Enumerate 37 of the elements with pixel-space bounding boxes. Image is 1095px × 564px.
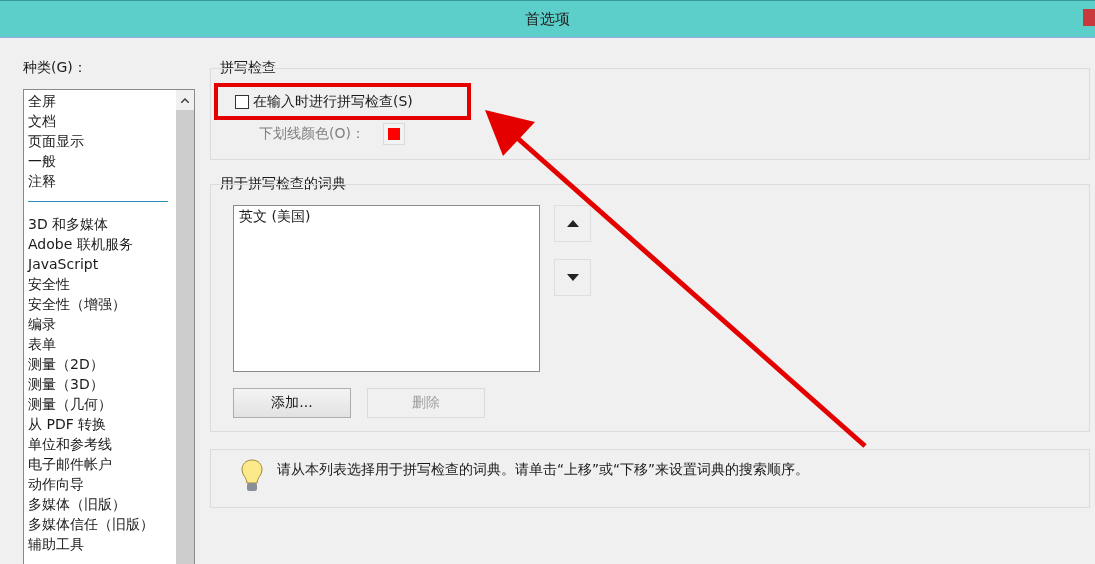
tip-text: 请从本列表选择用于拼写检查的词典。请单击“上移”或“下移”来设置词典的搜索顺序。 [277,461,809,479]
category-item[interactable]: 编录 [28,314,172,334]
lightbulb-icon [241,459,263,493]
scroll-up-icon[interactable] [181,97,189,103]
move-down-button[interactable] [554,259,591,296]
triangle-up-icon [566,220,579,227]
category-item[interactable]: 表单 [28,334,172,354]
category-label: 种类(G)： [23,58,88,76]
category-item[interactable]: 页面显示 [28,131,172,151]
color-picker-button[interactable] [382,123,405,145]
category-item[interactable]: 动作向导 [28,474,172,494]
category-item[interactable]: 全屏 [28,91,172,111]
spell-check-checkbox[interactable]: 在输入时进行拼写检查(S) [235,92,413,111]
category-item[interactable]: 从 PDF 转换 [28,414,172,434]
add-button[interactable]: 添加... [233,388,351,418]
underline-color-label: 下划线颜色(O)： [259,125,365,143]
category-item[interactable]: 辅助工具 [28,534,172,554]
triangle-down-icon [566,274,579,281]
category-item[interactable]: 测量（几何） [28,394,172,414]
category-item[interactable]: 一般 [28,151,172,171]
dictionary-item[interactable]: 英文 (美国) [239,208,534,226]
category-item[interactable]: 多媒体（旧版） [28,494,172,514]
category-item[interactable]: 3D 和多媒体 [28,214,172,234]
category-item[interactable]: 注释 [28,171,172,191]
category-item[interactable]: 多媒体信任（旧版） [28,514,172,534]
category-item[interactable]: 测量（2D） [28,354,172,374]
category-item[interactable]: 测量（3D） [28,374,172,394]
move-up-button[interactable] [554,205,591,242]
category-item[interactable]: 电子邮件帐户 [28,454,172,474]
category-item[interactable]: 安全性（增强） [28,294,172,314]
category-item[interactable]: Adobe 联机服务 [28,234,172,254]
window-title: 首选项 [525,9,570,29]
scrollbar[interactable] [176,90,194,564]
category-item[interactable]: 安全性 [28,274,172,294]
category-item[interactable]: 单位和参考线 [28,434,172,454]
category-item[interactable]: 文档 [28,111,172,131]
category-item[interactable]: JavaScript [28,254,172,274]
